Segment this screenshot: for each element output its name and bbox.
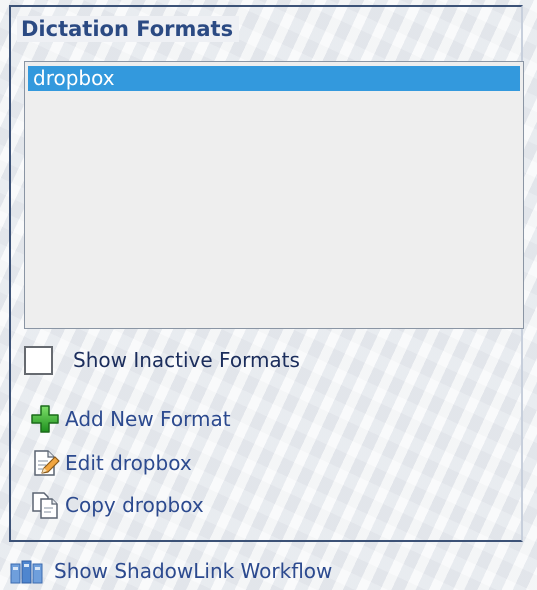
show-inactive-row[interactable]: Show Inactive Formats <box>24 343 300 377</box>
show-workflow-label[interactable]: Show ShadowLink Workflow <box>54 559 332 583</box>
show-inactive-label[interactable]: Show Inactive Formats <box>73 348 300 372</box>
copy-format-label[interactable]: Copy dropbox <box>65 493 204 517</box>
edit-format-label[interactable]: Edit dropbox <box>65 451 192 475</box>
panel-title: Dictation Formats <box>17 16 240 42</box>
add-new-format-label[interactable]: Add New Format <box>65 407 231 431</box>
copy-format-link[interactable]: Copy dropbox <box>30 490 204 520</box>
show-inactive-checkbox[interactable] <box>24 345 53 375</box>
copy-document-icon <box>32 492 58 519</box>
plus-icon <box>31 405 59 433</box>
show-workflow-link[interactable]: Show ShadowLink Workflow <box>10 558 332 584</box>
edit-format-link[interactable]: Edit dropbox <box>30 448 192 478</box>
formats-listbox[interactable]: dropbox <box>24 61 524 329</box>
workflow-icon <box>10 560 43 584</box>
edit-document-icon <box>34 450 60 476</box>
list-item[interactable]: dropbox <box>28 66 520 91</box>
add-new-format-link[interactable]: Add New Format <box>30 404 231 434</box>
